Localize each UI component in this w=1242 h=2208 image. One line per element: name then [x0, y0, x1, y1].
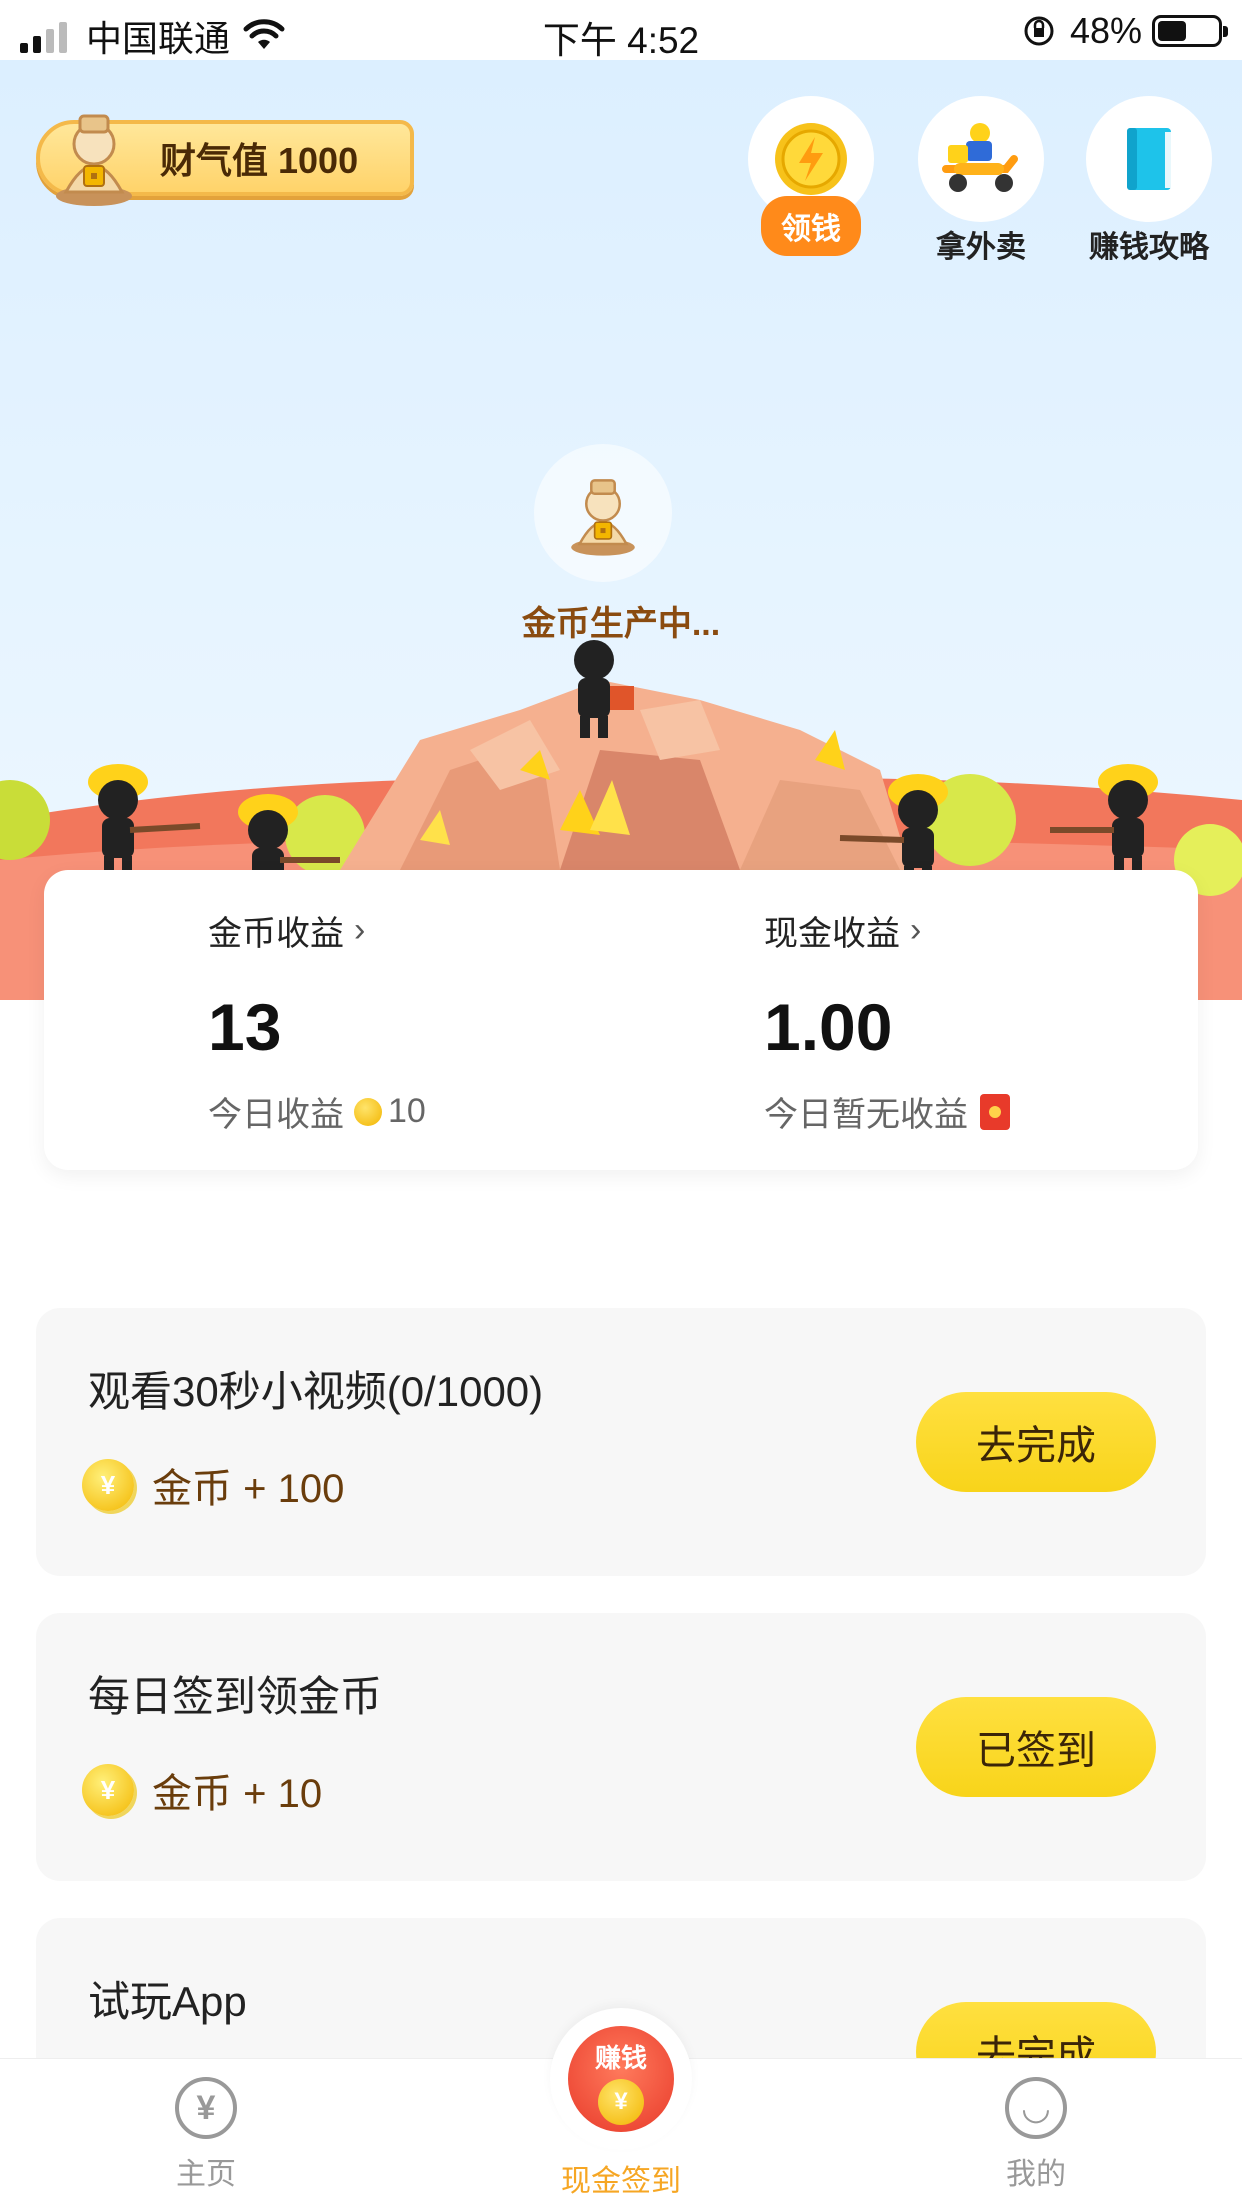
- coin-earnings-value: 13: [208, 990, 282, 1064]
- book-icon: [1127, 128, 1171, 190]
- coin-earnings[interactable]: 金币收益 › 13 今日收益 10: [208, 906, 426, 1136]
- coin-icon: [354, 1097, 382, 1126]
- takeout-label: 拿外卖: [936, 231, 1026, 264]
- red-packet-icon: [980, 1093, 1010, 1130]
- task-title: 试玩App: [88, 1978, 247, 2025]
- top-icon-get-money[interactable]: 领钱: [746, 96, 876, 256]
- top-icon-takeout[interactable]: 拿外卖: [916, 96, 1046, 266]
- tab-home[interactable]: ¥ 主页: [106, 2077, 306, 2193]
- tab-cash-checkin[interactable]: 赚钱 ¥: [568, 2026, 674, 2132]
- earn-badge-text: 赚钱: [594, 2043, 647, 2073]
- battery-fill: [1158, 21, 1186, 41]
- task-title: 每日签到领金币: [88, 1673, 383, 1720]
- cash-today-label: 今日暂无收益: [764, 1096, 968, 1134]
- coin-today-row: 今日收益 10: [208, 1087, 426, 1136]
- cash-today-row: 今日暂无收益: [764, 1087, 1010, 1136]
- cash-earnings-header[interactable]: 现金收益 ›: [764, 906, 1010, 955]
- coin-earnings-title: 金币收益: [208, 915, 344, 953]
- status-left: 中国联通: [20, 10, 286, 62]
- task-reward: ¥ 金币 + 100: [82, 1456, 344, 1514]
- lightning-coin-icon: [775, 123, 847, 195]
- fortune-value-badge[interactable]: 财气值 1000: [36, 114, 414, 206]
- top-icon-strategy[interactable]: 赚钱攻略: [1084, 96, 1214, 266]
- battery-percent: 48%: [1069, 10, 1142, 51]
- coin-today-label: 今日收益: [208, 1096, 344, 1134]
- status-bar: 中国联通 下午 4:52 48%: [0, 0, 1242, 62]
- chevron-right-icon: ›: [910, 911, 922, 949]
- cash-earnings-title: 现金收益: [764, 915, 900, 953]
- gold-coin-icon: ¥: [82, 1459, 134, 1511]
- coin-today-value: 10: [388, 1092, 426, 1130]
- smiley-icon: ◡: [1005, 2077, 1067, 2139]
- center-statue-bubble[interactable]: [534, 444, 672, 582]
- task-title: 观看30秒小视频(0/1000): [88, 1368, 544, 1415]
- strategy-label: 赚钱攻略: [1089, 231, 1209, 264]
- task-card-daily-checkin: 每日签到领金币 ¥ 金币 + 10 已签到: [36, 1613, 1206, 1881]
- task-card-watch-video: 观看30秒小视频(0/1000) ¥ 金币 + 100 去完成: [36, 1308, 1206, 1576]
- cash-earnings-value: 1.00: [764, 990, 893, 1064]
- strategy-circle: [1086, 96, 1212, 222]
- get-money-label: 领钱: [761, 196, 861, 256]
- earnings-card: 金币收益 › 13 今日收益 10 现金收益 › 1.00 今日暂无收益: [44, 870, 1198, 1170]
- yen-coin-icon: ¥: [598, 2079, 644, 2125]
- signal-icon: [20, 19, 72, 53]
- tab-mine-label: 我的: [1006, 2158, 1066, 2191]
- task-reward-text: 金币 + 100: [152, 1467, 345, 1511]
- fortune-value-label: 财气值 1000: [160, 140, 359, 181]
- task-reward: ¥ 金币 + 10: [82, 1761, 322, 1819]
- task-action-button[interactable]: 去完成: [916, 1392, 1156, 1492]
- gold-coin-icon: ¥: [82, 1764, 134, 1816]
- carrier-label: 中国联通: [86, 18, 231, 59]
- task-action-button[interactable]: 已签到: [916, 1697, 1156, 1797]
- task-reward-text: 金币 + 10: [152, 1772, 323, 1816]
- orientation-lock-icon: [1024, 16, 1054, 46]
- wifi-icon: [243, 19, 285, 49]
- coin-earnings-header[interactable]: 金币收益 ›: [208, 906, 426, 955]
- tab-mine[interactable]: ◡ 我的: [936, 2077, 1136, 2193]
- tab-home-label: 主页: [176, 2158, 236, 2191]
- cash-earnings[interactable]: 现金收益 › 1.00 今日暂无收益: [764, 906, 1010, 1136]
- hero-section: 财气值 1000 领钱 拿外卖 赚钱攻略 金币生产中...: [0, 60, 1242, 1000]
- fortune-statue-icon: [56, 114, 132, 206]
- chevron-right-icon: ›: [354, 911, 366, 949]
- yen-icon: ¥: [175, 2077, 237, 2139]
- battery-icon: [1152, 15, 1228, 47]
- delivery-scooter-icon: [942, 123, 1018, 192]
- takeout-circle: [918, 96, 1044, 222]
- tab-cash-checkin-label[interactable]: 现金签到: [520, 2156, 722, 2200]
- status-right: 48%: [1022, 10, 1228, 52]
- fortune-statue-icon: [571, 479, 635, 556]
